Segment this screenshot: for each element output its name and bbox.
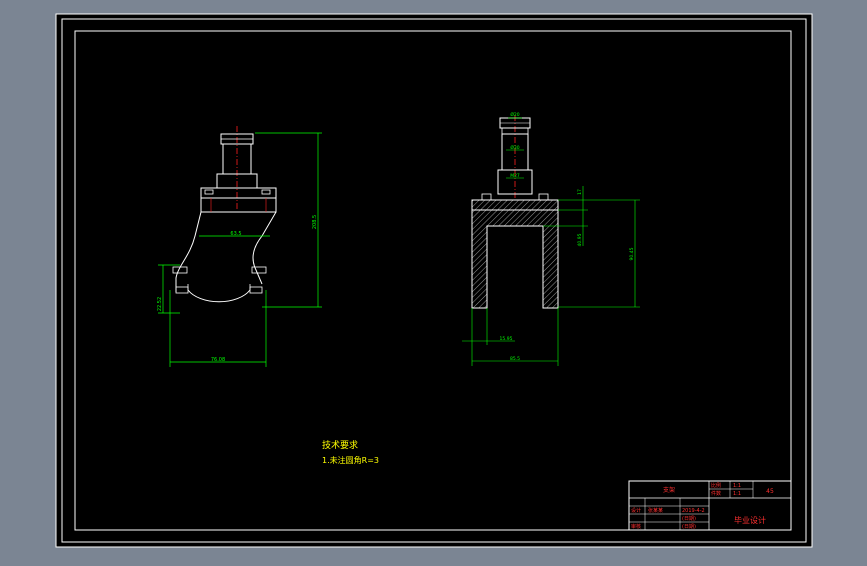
tb-qty-label: 件数 bbox=[711, 490, 721, 497]
left-dim-63-text: 63.5 bbox=[230, 231, 241, 237]
notes-line-1: 1.未注圆角R=3 bbox=[322, 455, 379, 465]
right-dim-15-text: 15.95 bbox=[500, 336, 513, 342]
right-body-top-hatch bbox=[471, 199, 559, 211]
tb-material: 45 bbox=[766, 488, 774, 495]
right-dim-90-text: 90.45 bbox=[629, 247, 635, 260]
tb-part-name: 支架 bbox=[663, 486, 675, 494]
right-dim-17-text: 17 bbox=[577, 189, 583, 195]
tb-design-date: 2019-4-2 bbox=[682, 508, 705, 514]
drawing-sheet: 63.5 208.5 22.52 76.08 Ø20 Ø30 M27 17 40… bbox=[55, 13, 813, 548]
left-dim-208-text: 208.5 bbox=[312, 215, 318, 229]
cad-viewport[interactable]: 63.5 208.5 22.52 76.08 Ø20 Ø30 M27 17 40… bbox=[0, 0, 867, 562]
left-dim-76-text: 76.08 bbox=[211, 357, 225, 363]
tb-scale-value: 1:1 bbox=[733, 483, 741, 489]
tb-designer: 张某某 bbox=[648, 507, 663, 514]
right-dim-85-text: 85.5 bbox=[510, 356, 520, 362]
tb-designer-label: 设计 bbox=[631, 507, 641, 514]
right-dim-20-text: Ø20 bbox=[510, 111, 519, 118]
right-dim-m27-text: M27 bbox=[510, 173, 520, 179]
tb-review-date: (日期) bbox=[682, 516, 696, 522]
tb-company: 毕业设计 bbox=[734, 515, 766, 525]
left-dim-22-text: 22.52 bbox=[157, 297, 163, 311]
tb-check-date: (日期) bbox=[682, 524, 696, 530]
tb-sheet-value: 1:1 bbox=[733, 491, 741, 497]
tb-scale-label: 比例 bbox=[711, 482, 721, 489]
sheet-background bbox=[56, 14, 812, 547]
right-dim-40-text: 40.95 bbox=[577, 233, 583, 246]
notes-title: 技术要求 bbox=[322, 439, 358, 451]
right-dim-30-text: Ø30 bbox=[510, 144, 519, 151]
tb-check-label: 审核 bbox=[631, 523, 641, 530]
